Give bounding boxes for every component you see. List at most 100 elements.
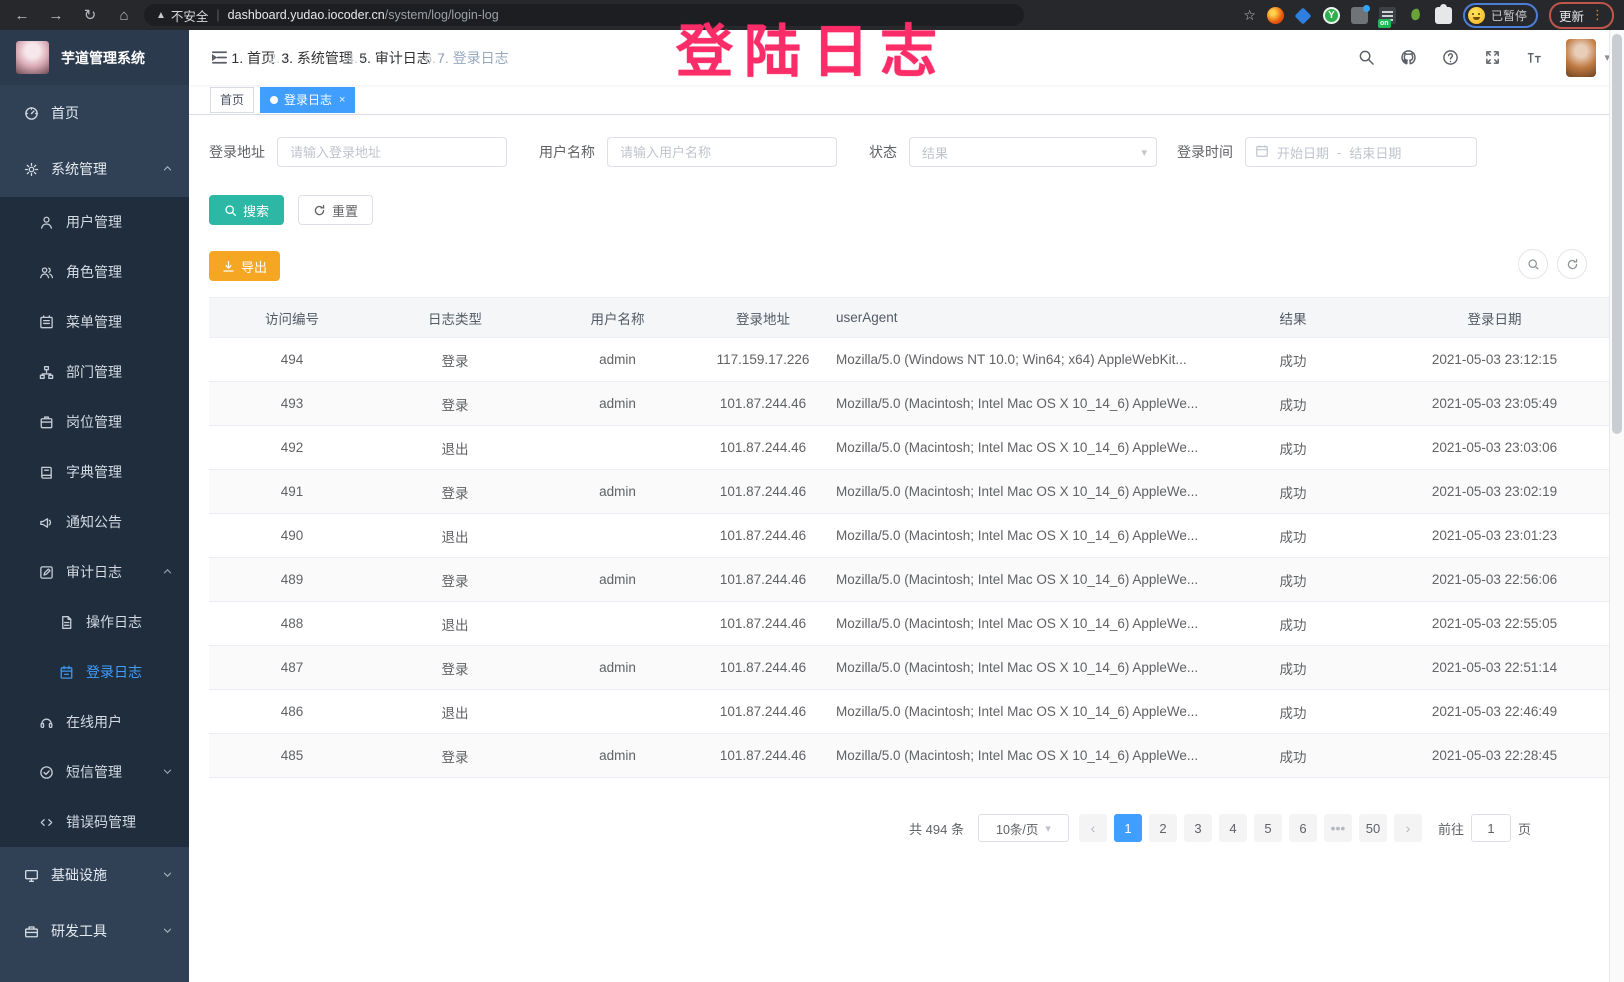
table-cell: admin	[535, 734, 700, 778]
table-cell: 494	[209, 338, 375, 382]
page-button-1[interactable]: 1	[1114, 814, 1142, 842]
sidebar-item-user[interactable]: 用户管理	[0, 197, 189, 247]
fullscreen-icon[interactable]	[1482, 48, 1502, 68]
chevron-down-icon: ▾	[1141, 146, 1147, 159]
pagination: 共 494 条 10条/页 ▾ ‹123456•••50› 前往 页	[209, 814, 1531, 842]
user-avatar-menu[interactable]: ▾	[1566, 39, 1610, 77]
scrollbar-thumb[interactable]	[1612, 34, 1622, 434]
profile-emoji-avatar	[1468, 7, 1485, 24]
browser-chrome: ← → ↻ ⌂ ▲ 不安全 | dashboard.yudao.iocoder.…	[0, 0, 1624, 30]
table-cell: 101.87.244.46	[700, 602, 826, 646]
sidebar-item-login-log[interactable]: 登录日志	[0, 647, 189, 697]
extension-grid-icon[interactable]	[1351, 7, 1368, 24]
help-icon[interactable]	[1440, 48, 1460, 68]
table-cell: Mozilla/5.0 (Windows NT 10.0; Win64; x64…	[826, 338, 1206, 382]
sidebar-item-dept[interactable]: 部门管理	[0, 347, 189, 397]
calendar-icon	[1255, 144, 1269, 161]
prev-page-button[interactable]: ‹	[1079, 814, 1107, 842]
search-icon[interactable]	[1356, 48, 1376, 68]
table-cell: 101.87.244.46	[700, 382, 826, 426]
toggle-search-button[interactable]	[1518, 249, 1548, 279]
table-cell: Mozilla/5.0 (Macintosh; Intel Mac OS X 1…	[826, 602, 1206, 646]
page-size-select[interactable]: 10条/页 ▾	[978, 814, 1069, 842]
extension-sprout-icon[interactable]	[1407, 7, 1424, 24]
browser-back-icon[interactable]: ←	[12, 5, 32, 25]
sidebar-item-dev-tools[interactable]: 研发工具	[0, 903, 189, 959]
sidebar-item-role[interactable]: 角色管理	[0, 247, 189, 297]
tag-home[interactable]: 首页	[210, 87, 254, 113]
table-cell: 491	[209, 470, 375, 514]
extension-y-icon[interactable]: Y	[1323, 7, 1340, 24]
export-button[interactable]: 导出	[209, 251, 280, 281]
sidebar-item-label: 菜单管理	[66, 312, 122, 332]
table-cell: 101.87.244.46	[700, 426, 826, 470]
page-button-6[interactable]: 6	[1289, 814, 1317, 842]
breadcrumb-item[interactable]: 系统管理	[297, 48, 353, 68]
sidebar-item-audit-log[interactable]: 审计日志	[0, 547, 189, 597]
refresh-button[interactable]	[1557, 249, 1587, 279]
browser-reload-icon[interactable]: ↻	[80, 5, 100, 25]
column-header: userAgent	[826, 298, 1206, 338]
sidebar-item-notice[interactable]: 通知公告	[0, 497, 189, 547]
table-cell: 101.87.244.46	[700, 514, 826, 558]
username-label: 用户名称	[539, 142, 595, 162]
active-tag-dot	[270, 96, 278, 104]
sidebar-item-menu[interactable]: 菜单管理	[0, 297, 189, 347]
pager-more-button[interactable]: •••	[1324, 814, 1352, 842]
sidebar-item-label: 系统管理	[51, 159, 107, 179]
status-select[interactable]: 结果 ▾	[909, 137, 1157, 167]
app-logo[interactable]: 芋道管理系统	[0, 30, 189, 85]
tag-login-log[interactable]: 登录日志 ×	[260, 87, 355, 113]
page-button-4[interactable]: 4	[1219, 814, 1247, 842]
sidebar-item-sms[interactable]: 短信管理	[0, 747, 189, 797]
browser-update-button[interactable]: 更新 ⋮	[1549, 2, 1614, 29]
page-button-2[interactable]: 2	[1149, 814, 1177, 842]
sidebar-item-error-code[interactable]: 错误码管理	[0, 797, 189, 847]
browser-profile-button[interactable]: 已暂停	[1463, 3, 1538, 28]
font-size-icon[interactable]	[1524, 48, 1544, 68]
monitor-icon	[23, 867, 39, 883]
table-cell: 493	[209, 382, 375, 426]
address-bar[interactable]: ▲ 不安全 | dashboard.yudao.iocoder.cn/syste…	[144, 4, 1024, 26]
login-address-input[interactable]	[290, 145, 494, 160]
reset-button[interactable]: 重置	[298, 195, 373, 225]
sidebar-item-home[interactable]: 首页	[0, 85, 189, 141]
sidebar-item-operation-log[interactable]: 操作日志	[0, 597, 189, 647]
page-button-5[interactable]: 5	[1254, 814, 1282, 842]
browser-home-icon[interactable]: ⌂	[114, 5, 134, 25]
table-cell: admin	[535, 646, 700, 690]
browser-forward-icon[interactable]: →	[46, 5, 66, 25]
search-button[interactable]: 搜索	[209, 195, 284, 225]
bookmark-star-icon[interactable]: ☆	[1243, 7, 1256, 24]
table-cell: 101.87.244.46	[700, 558, 826, 602]
column-header: 结果	[1206, 298, 1380, 338]
extensions-puzzle-icon[interactable]	[1435, 7, 1452, 24]
table-cell: admin	[535, 382, 700, 426]
next-page-button[interactable]: ›	[1394, 814, 1422, 842]
window-scrollbar[interactable]	[1609, 30, 1624, 982]
sidebar-item-label: 审计日志	[66, 562, 122, 582]
sidebar-item-online-user[interactable]: 在线用户	[0, 697, 189, 747]
sidebar-item-label: 登录日志	[86, 662, 142, 682]
sidebar-item-system[interactable]: 系统管理	[0, 141, 189, 197]
username-input[interactable]	[620, 145, 824, 160]
page-button-50[interactable]: 50	[1359, 814, 1387, 842]
page-button-3[interactable]: 3	[1184, 814, 1212, 842]
sidebar-item-label: 研发工具	[51, 921, 107, 941]
table-cell: 2021-05-03 23:03:06	[1380, 426, 1609, 470]
goto-page-input[interactable]	[1471, 814, 1511, 842]
table-cell: 登录	[375, 646, 535, 690]
breadcrumb-item[interactable]: 审计日志	[375, 48, 431, 68]
sidebar-item-infra[interactable]: 基础设施	[0, 847, 189, 903]
start-date-placeholder: 开始日期	[1277, 143, 1329, 162]
date-range-picker[interactable]: 开始日期 - 结束日期	[1245, 137, 1477, 167]
sidebar-item-post[interactable]: 岗位管理	[0, 397, 189, 447]
extension-gem-icon[interactable]	[1295, 7, 1312, 24]
hamburger-icon[interactable]	[210, 48, 229, 67]
github-icon[interactable]	[1398, 48, 1418, 68]
extension-list-icon[interactable]: on	[1379, 7, 1396, 24]
extension-orange-icon[interactable]	[1267, 7, 1284, 24]
sidebar-item-dict[interactable]: 字典管理	[0, 447, 189, 497]
sidebar-item-label: 基础设施	[51, 865, 107, 885]
tag-close-icon[interactable]: ×	[339, 94, 345, 106]
